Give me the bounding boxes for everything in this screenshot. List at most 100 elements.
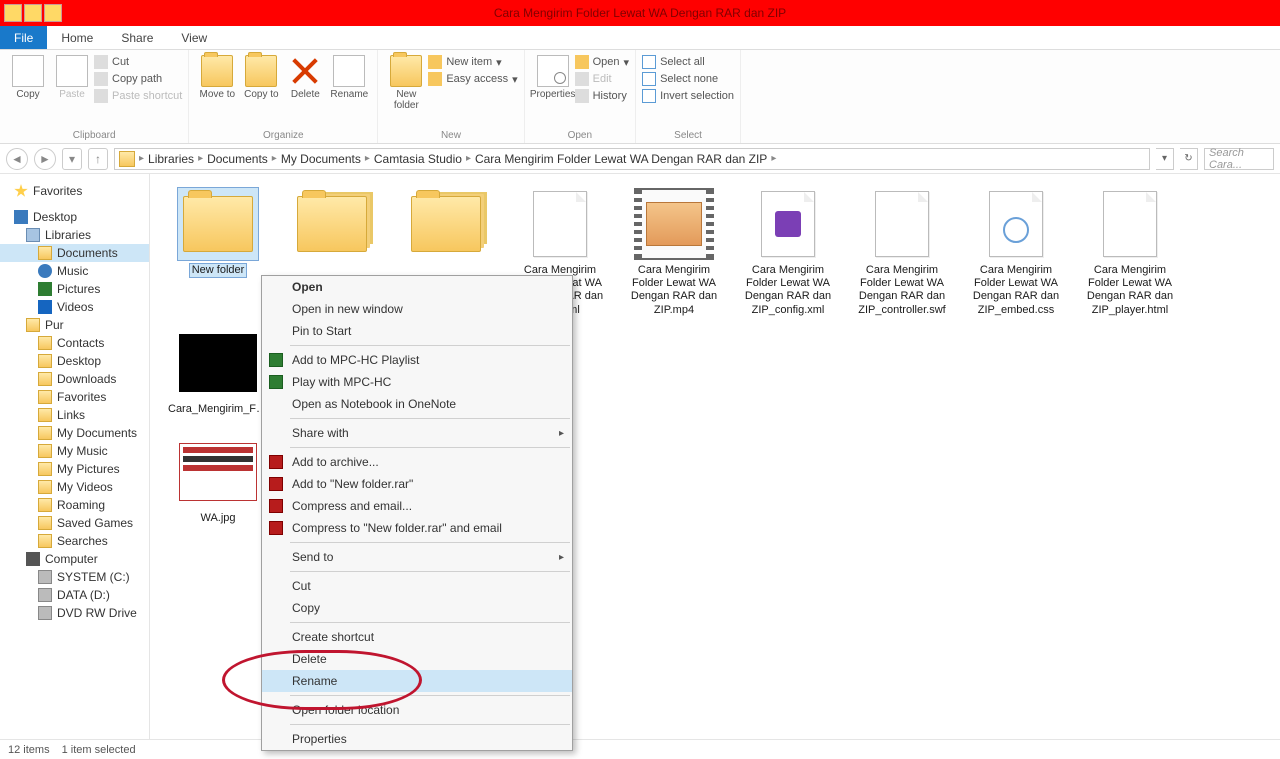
ctx-send-to[interactable]: Send to: [262, 546, 572, 568]
group-clipboard: Copy Paste Cut Copy path Paste shortcut …: [0, 50, 189, 143]
sidebar-item[interactable]: Links: [0, 406, 149, 424]
sidebar-favorites[interactable]: Favorites: [0, 182, 149, 200]
sidebar-videos[interactable]: Videos: [0, 298, 149, 316]
sidebar-label: DVD RW Drive: [57, 606, 137, 620]
qat-icon[interactable]: [24, 4, 42, 22]
file-item[interactable]: Cara Mengirim Folder Lewat WA Dengan RAR…: [966, 188, 1066, 317]
sidebar-item[interactable]: Favorites: [0, 388, 149, 406]
new-item-label: New item: [446, 56, 492, 68]
tab-share[interactable]: Share: [107, 26, 167, 49]
file-item[interactable]: Cara Mengirim Folder Lewat WA Dengan RAR…: [852, 188, 952, 317]
properties-button[interactable]: Properties: [531, 53, 575, 100]
forward-button[interactable]: ►: [34, 148, 56, 170]
sidebar-item[interactable]: Roaming: [0, 496, 149, 514]
refresh-button[interactable]: ↻: [1180, 148, 1198, 170]
crumb[interactable]: Documents▸: [207, 152, 277, 166]
copy-to-button[interactable]: Copy to: [239, 53, 283, 100]
crumb[interactable]: Cara Mengirim Folder Lewat WA Dengan RAR…: [475, 152, 776, 166]
ctx-mpc-add[interactable]: Add to MPC-HC Playlist: [262, 349, 572, 371]
sidebar-item[interactable]: Searches: [0, 532, 149, 550]
history-button[interactable]: History: [575, 89, 629, 103]
crumb[interactable]: My Documents▸: [281, 152, 370, 166]
tab-file[interactable]: File: [0, 26, 47, 49]
file-item[interactable]: Cara_Mengirim_Folder_Lewat_WA_Dengan_RAR…: [168, 327, 268, 416]
qat-icon[interactable]: [4, 4, 22, 22]
group-label-new: New: [384, 130, 517, 143]
new-folder-button[interactable]: New folder: [384, 53, 428, 111]
sidebar-label: My Music: [57, 444, 108, 458]
copy-button[interactable]: Copy: [6, 53, 50, 100]
qat-icon[interactable]: [44, 4, 62, 22]
sidebar-libraries[interactable]: Libraries: [0, 226, 149, 244]
copy-path-button[interactable]: Copy path: [94, 72, 182, 86]
ctx-label: Cut: [292, 579, 311, 593]
ctx-rename[interactable]: Rename: [262, 670, 572, 692]
folder-icon: [38, 372, 52, 386]
sidebar-drive[interactable]: DVD RW Drive: [0, 604, 149, 622]
file-item[interactable]: New folder: [168, 188, 268, 317]
ctx-compress-email[interactable]: Compress and email...: [262, 495, 572, 517]
new-item-button[interactable]: New item ▾: [428, 55, 517, 69]
ctx-cut[interactable]: Cut: [262, 575, 572, 597]
tab-view[interactable]: View: [167, 26, 221, 49]
ctx-compress-named-email[interactable]: Compress to "New folder.rar" and email: [262, 517, 572, 539]
ctx-shortcut[interactable]: Create shortcut: [262, 626, 572, 648]
ctx-delete[interactable]: Delete: [262, 648, 572, 670]
sidebar-pictures[interactable]: Pictures: [0, 280, 149, 298]
file-item[interactable]: Cara Mengirim Folder Lewat WA Dengan RAR…: [738, 188, 838, 317]
invert-selection-button[interactable]: Invert selection: [642, 89, 734, 103]
easy-access-button[interactable]: Easy access ▾: [428, 72, 517, 86]
sidebar-item[interactable]: My Pictures: [0, 460, 149, 478]
sidebar-label: Videos: [57, 300, 93, 314]
sidebar-item[interactable]: Saved Games: [0, 514, 149, 532]
file-item[interactable]: Cara Mengirim Folder Lewat WA Dengan RAR…: [624, 188, 724, 317]
delete-button[interactable]: Delete: [283, 53, 327, 100]
cut-button[interactable]: Cut: [94, 55, 182, 69]
ctx-mpc-play[interactable]: Play with MPC-HC: [262, 371, 572, 393]
sidebar-desktop[interactable]: Desktop: [0, 208, 149, 226]
up-button[interactable]: ↑: [88, 148, 108, 170]
context-menu: Open Open in new window Pin to Start Add…: [261, 275, 573, 751]
sidebar-item[interactable]: My Music: [0, 442, 149, 460]
move-to-button[interactable]: Move to: [195, 53, 239, 100]
select-all-label: Select all: [660, 56, 705, 68]
sidebar-documents[interactable]: Documents: [0, 244, 149, 262]
ctx-properties[interactable]: Properties: [262, 728, 572, 750]
ctx-open-window[interactable]: Open in new window: [262, 298, 572, 320]
address-dropdown[interactable]: ▾: [1156, 148, 1174, 170]
back-button[interactable]: ◄: [6, 148, 28, 170]
sidebar-item[interactable]: Downloads: [0, 370, 149, 388]
sidebar-label: Pictures: [57, 282, 100, 296]
sidebar-item[interactable]: Contacts: [0, 334, 149, 352]
select-none-button[interactable]: Select none: [642, 72, 734, 86]
ctx-archive[interactable]: Add to archive...: [262, 451, 572, 473]
sidebar-computer[interactable]: Computer: [0, 550, 149, 568]
ctx-open[interactable]: Open: [262, 276, 572, 298]
sidebar-item[interactable]: Desktop: [0, 352, 149, 370]
file-item[interactable]: WA.jpg: [168, 436, 268, 525]
ctx-onenote[interactable]: Open as Notebook in OneNote: [262, 393, 572, 415]
sidebar-item[interactable]: My Documents: [0, 424, 149, 442]
address-bar[interactable]: ▸ Libraries▸ Documents▸ My Documents▸ Ca…: [114, 148, 1150, 170]
ctx-copy[interactable]: Copy: [262, 597, 572, 619]
select-all-button[interactable]: Select all: [642, 55, 734, 69]
sidebar-drive[interactable]: DATA (D:): [0, 586, 149, 604]
ctx-archive-named[interactable]: Add to "New folder.rar": [262, 473, 572, 495]
file-item[interactable]: Cara Mengirim Folder Lewat WA Dengan RAR…: [1080, 188, 1180, 317]
sidebar-drive[interactable]: SYSTEM (C:): [0, 568, 149, 586]
sidebar-music[interactable]: Music: [0, 262, 149, 280]
ctx-pin[interactable]: Pin to Start: [262, 320, 572, 342]
open-button[interactable]: Open ▾: [575, 55, 629, 69]
search-input[interactable]: Search Cara...: [1204, 148, 1274, 170]
sidebar-pur[interactable]: Pur: [0, 316, 149, 334]
nav-pane[interactable]: Favorites Desktop Libraries Documents Mu…: [0, 174, 150, 739]
rename-button[interactable]: Rename: [327, 53, 371, 100]
ctx-share[interactable]: Share with: [262, 422, 572, 444]
tab-home[interactable]: Home: [47, 26, 107, 49]
recent-dropdown[interactable]: ▾: [62, 148, 82, 170]
sidebar-item[interactable]: My Videos: [0, 478, 149, 496]
crumb[interactable]: Libraries▸: [148, 152, 203, 166]
ctx-open-location[interactable]: Open folder location: [262, 699, 572, 721]
crumb[interactable]: Camtasia Studio▸: [374, 152, 471, 166]
sidebar-label: My Documents: [57, 426, 137, 440]
